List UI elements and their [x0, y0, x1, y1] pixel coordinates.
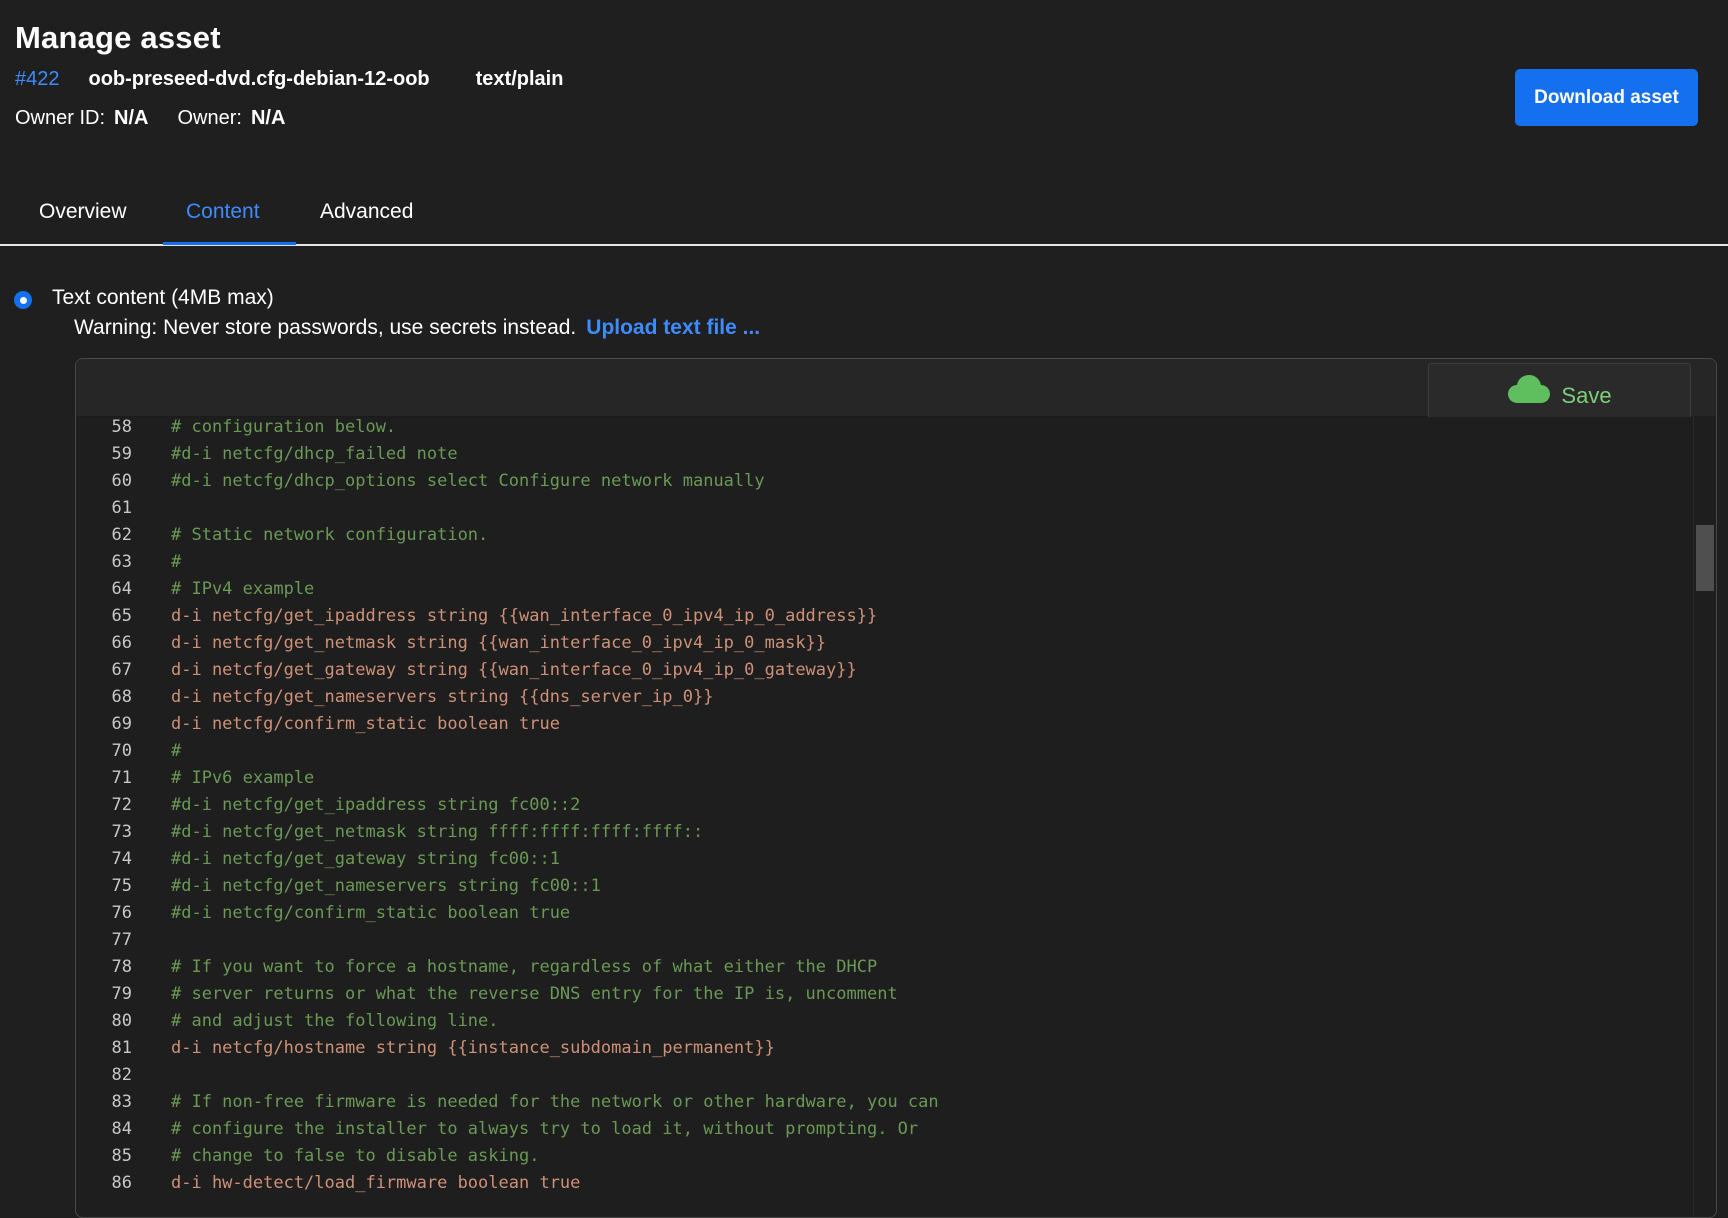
line-text: d-i netcfg/hostname string {{instance_su…: [171, 1038, 775, 1058]
download-asset-button[interactable]: Download asset: [1515, 69, 1698, 126]
line-number: 85: [111, 1146, 132, 1166]
owner-value: N/A: [250, 107, 286, 129]
line-number: 77: [111, 930, 132, 950]
line-number: 82: [111, 1065, 132, 1085]
line-text: d-i hw-detect/load_firmware boolean true: [171, 1173, 581, 1193]
line-text: d-i netcfg/get_ipaddress string {{wan_in…: [171, 606, 878, 626]
line-number: 75: [111, 876, 132, 896]
line-number: 65: [111, 606, 132, 626]
page-title: Manage asset: [15, 20, 221, 55]
asset-type: text/plain: [475, 68, 564, 90]
line-number: 63: [111, 552, 132, 572]
save-label: Save: [1561, 382, 1612, 408]
owner-id-label: Owner ID:: [15, 107, 106, 129]
line-number: 83: [111, 1092, 132, 1112]
line-number: 64: [111, 579, 132, 599]
line-text: d-i netcfg/confirm_static boolean true: [171, 714, 560, 734]
line-text: # If you want to force a hostname, regar…: [171, 957, 878, 977]
line-text: d-i netcfg/get_nameservers string {{dns_…: [171, 687, 714, 707]
line-text: #d-i netcfg/get_nameservers string fc00:…: [171, 876, 601, 896]
code-editor[interactable]: Save 58 # configuration below. 59 #d-i netc…: [75, 358, 1717, 1218]
asset-id: #422: [15, 68, 60, 90]
line-text: d-i netcfg/get_netmask string {{wan_inte…: [171, 633, 827, 653]
code-area[interactable]: 58 # configuration below. 59 #d-i netcfg/dh…: [76, 416, 1716, 1217]
line-number: 81: [111, 1038, 132, 1058]
line-number: 61: [111, 498, 132, 518]
line-number: 59: [111, 444, 132, 464]
line-number: 84: [111, 1119, 132, 1139]
upload-text-file-link[interactable]: Upload text file ...: [586, 316, 760, 339]
line-number: 78: [111, 957, 132, 977]
line-text: #: [171, 741, 182, 761]
line-text: # If non-free firmware is needed for the…: [171, 1092, 939, 1112]
save-button[interactable]: Save: [1428, 363, 1691, 417]
tab-bar: Overview Content Advanced: [0, 180, 1728, 246]
line-number: 79: [111, 984, 132, 1004]
line-text: # IPv6 example: [171, 768, 315, 788]
line-number: 69: [111, 714, 132, 734]
line-number: 67: [111, 660, 132, 680]
tab-advanced[interactable]: Advanced: [320, 200, 413, 224]
editor-toolbar: Save: [76, 359, 1716, 417]
line-number: 80: [111, 1011, 132, 1031]
line-text: # Static network configuration.: [171, 525, 489, 545]
line-number: 60: [111, 471, 132, 491]
line-number: 86: [111, 1173, 132, 1193]
owner-label: Owner:: [177, 107, 242, 129]
line-text: # configure the installer to always try …: [171, 1119, 919, 1139]
owner-id-value: N/A: [114, 107, 149, 129]
line-text: #d-i netcfg/dhcp_options select Configur…: [171, 471, 765, 491]
line-text: #: [171, 552, 182, 572]
radio-selected-dot: [19, 296, 27, 304]
line-text: # configuration below.: [171, 417, 397, 437]
line-text: # and adjust the following line.: [171, 1011, 499, 1031]
line-text: #d-i netcfg/dhcp_failed note: [171, 444, 458, 464]
line-text: # change to false to disable asking.: [171, 1146, 540, 1166]
tab-overview[interactable]: Overview: [39, 200, 127, 224]
line-text: # server returns or what the reverse DNS…: [171, 984, 898, 1004]
line-number: 71: [111, 768, 132, 788]
line-text: #d-i netcfg/get_netmask string ffff:ffff…: [171, 822, 704, 842]
line-number: 70: [111, 741, 132, 761]
warning-text: Warning: Never store passwords, use secr…: [74, 316, 577, 339]
line-number: 58: [111, 417, 132, 437]
asset-meta-row: #422 oob-preseed-dvd.cfg-debian-12-oob t…: [15, 68, 563, 91]
line-number: 66: [111, 633, 132, 653]
line-text: # IPv4 example: [171, 579, 315, 599]
line-number: 68: [111, 687, 132, 707]
active-tab-indicator: [163, 242, 296, 245]
editor-scrollbar-thumb[interactable]: [1696, 525, 1714, 591]
line-number: 72: [111, 795, 132, 815]
line-text: d-i netcfg/get_gateway string {{wan_inte…: [171, 660, 857, 680]
line-text: #d-i netcfg/get_gateway string fc00::1: [171, 849, 560, 869]
warning-row: Warning: Never store passwords, use secr…: [74, 316, 760, 340]
line-text: #d-i netcfg/get_ipaddress string fc00::2: [171, 795, 581, 815]
editor-scrollbar[interactable]: [1693, 416, 1716, 1217]
owner-row: Owner ID: N/A Owner: N/A: [15, 107, 285, 130]
line-number: 76: [111, 903, 132, 923]
line-text: #d-i netcfg/confirm_static boolean true: [171, 903, 571, 923]
text-content-radio[interactable]: [14, 291, 32, 309]
tab-content[interactable]: Content: [186, 200, 260, 224]
asset-name: oob-preseed-dvd.cfg-debian-12-oob: [88, 68, 430, 90]
text-content-label: Text content (4MB max): [52, 286, 274, 309]
line-number: 62: [111, 525, 132, 545]
line-number: 73: [111, 822, 132, 842]
cloud-icon: [1508, 374, 1551, 403]
line-number: 74: [111, 849, 132, 869]
